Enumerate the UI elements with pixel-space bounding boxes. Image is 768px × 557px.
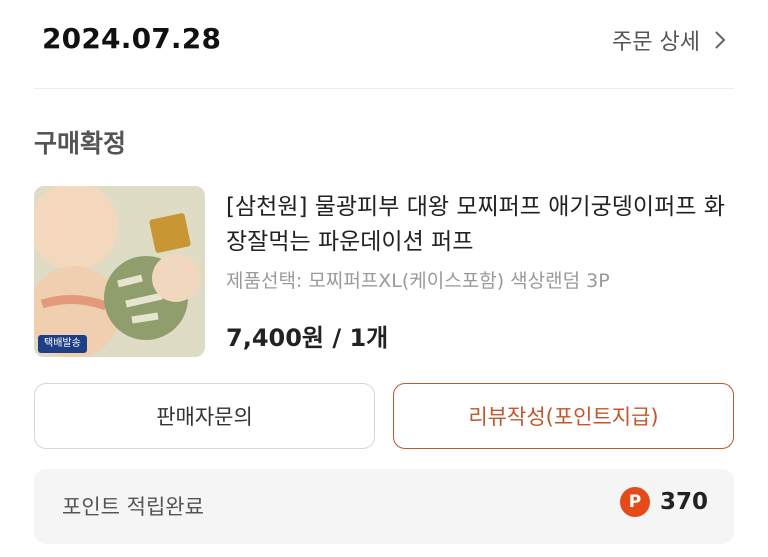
order-header: 2024.07.28 주문 상세 [0, 0, 768, 88]
product-option: 제품선택: 모찌퍼프XL(케이스포함) 색상랜덤 3P [226, 270, 610, 292]
order-date: 2024.07.28 [42, 22, 222, 55]
seller-inquiry-button[interactable]: 판매자문의 [34, 383, 375, 449]
write-review-button[interactable]: 리뷰작성(포인트지급) [393, 383, 734, 449]
product-image [34, 186, 205, 357]
points-status-label: 포인트 적립완료 [62, 495, 204, 519]
chevron-right-icon [715, 31, 726, 49]
order-status: 구매확정 [34, 129, 127, 158]
product-price: 7,400원 / 1개 [226, 324, 389, 352]
header-divider [34, 88, 734, 89]
order-detail-link[interactable]: 주문 상세 [612, 24, 728, 56]
points-panel: 포인트 적립완료 P 370 [34, 469, 734, 544]
points-value-group: P 370 [619, 487, 708, 517]
order-detail-label: 주문 상세 [612, 30, 700, 55]
point-coin-icon: P [619, 487, 650, 517]
product-thumbnail[interactable]: 택배발송 [34, 186, 205, 357]
shipping-badge: 택배발송 [38, 335, 87, 353]
product-name[interactable]: [삼천원] 물광피부 대왕 모찌퍼프 애기궁뎅이퍼프 화장잘먹는 파운데이션 퍼… [226, 190, 736, 260]
points-amount: 370 [659, 489, 708, 515]
